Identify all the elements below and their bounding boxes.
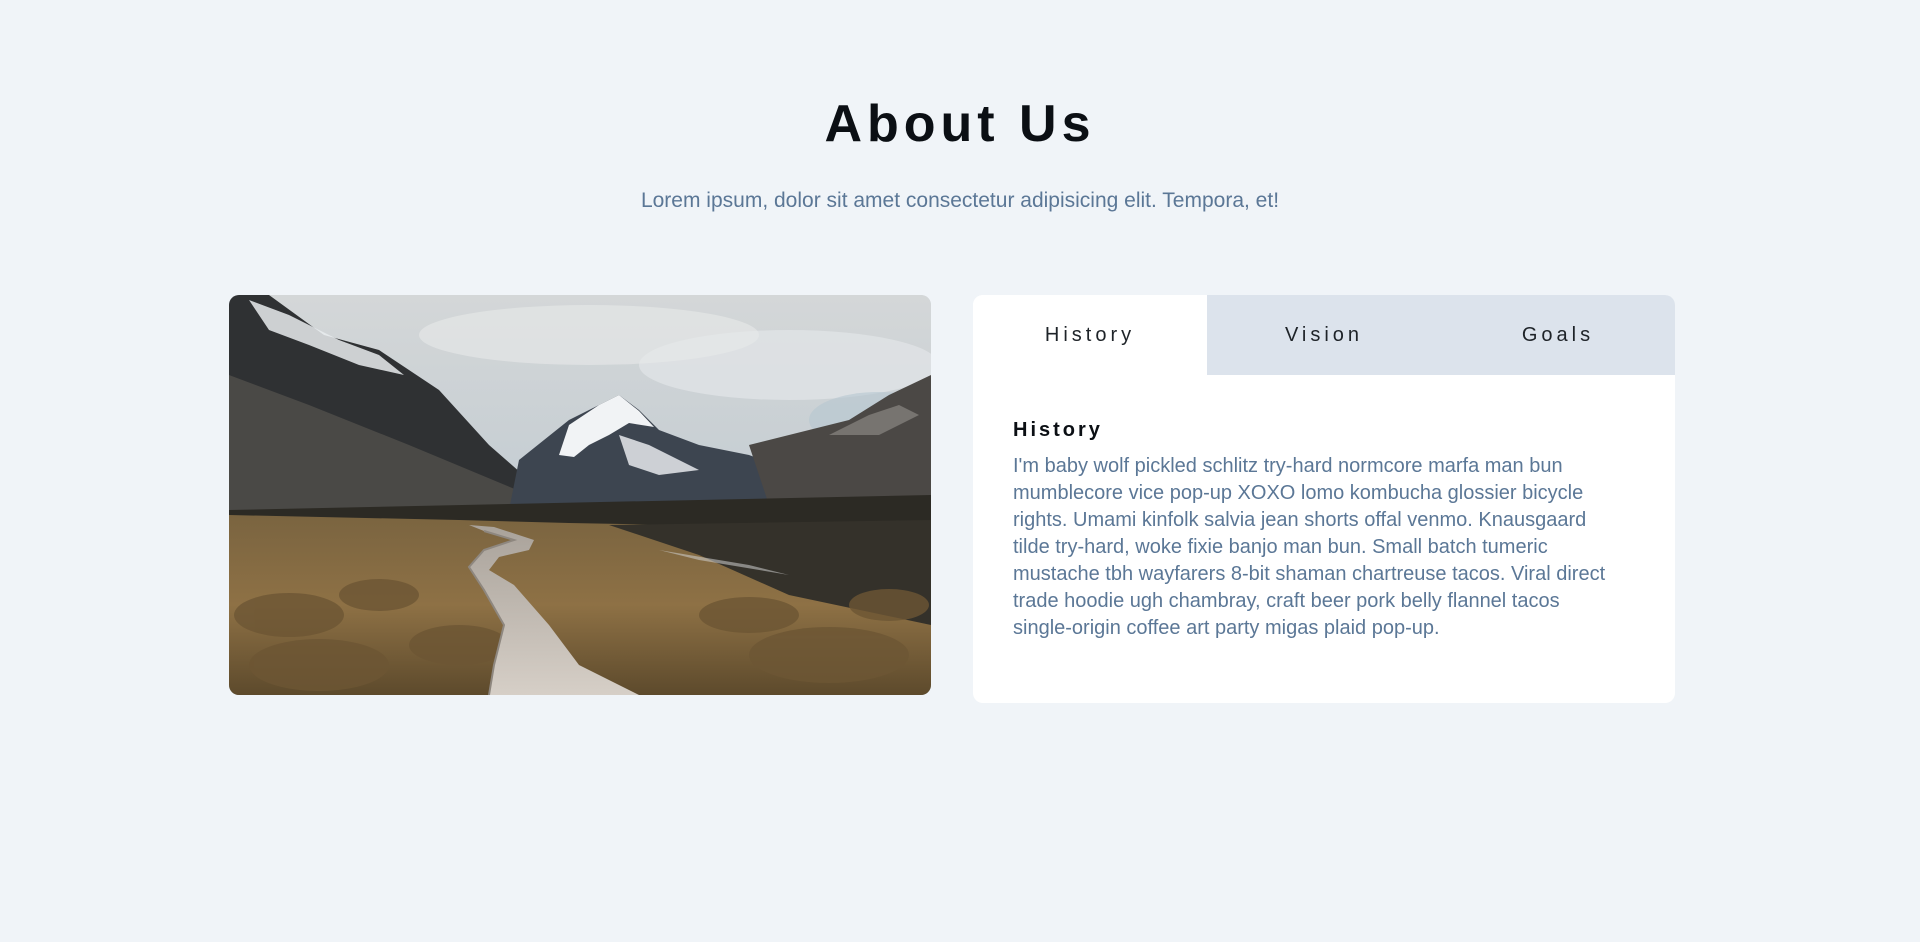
about-section: About Us Lorem ipsum, dolor sit amet con… xyxy=(0,0,1920,942)
tab-bar: History Vision Goals xyxy=(973,295,1675,375)
tab-history[interactable]: History xyxy=(973,295,1207,375)
about-tabs-card: History Vision Goals History I'm baby wo… xyxy=(973,295,1675,703)
tab-goals[interactable]: Goals xyxy=(1441,295,1675,375)
mountain-boardwalk-illustration xyxy=(229,295,931,695)
panel-body-text: I'm baby wolf pickled schlitz try-hard n… xyxy=(1013,455,1606,639)
page-title: About Us xyxy=(824,95,1096,153)
landscape-image xyxy=(229,295,931,695)
tab-vision[interactable]: Vision xyxy=(1207,295,1441,375)
page-subtitle: Lorem ipsum, dolor sit amet consectetur … xyxy=(640,189,1280,212)
tab-panel-history: History I'm baby wolf pickled schlitz tr… xyxy=(973,417,1675,642)
panel-title: History xyxy=(1013,419,1103,441)
